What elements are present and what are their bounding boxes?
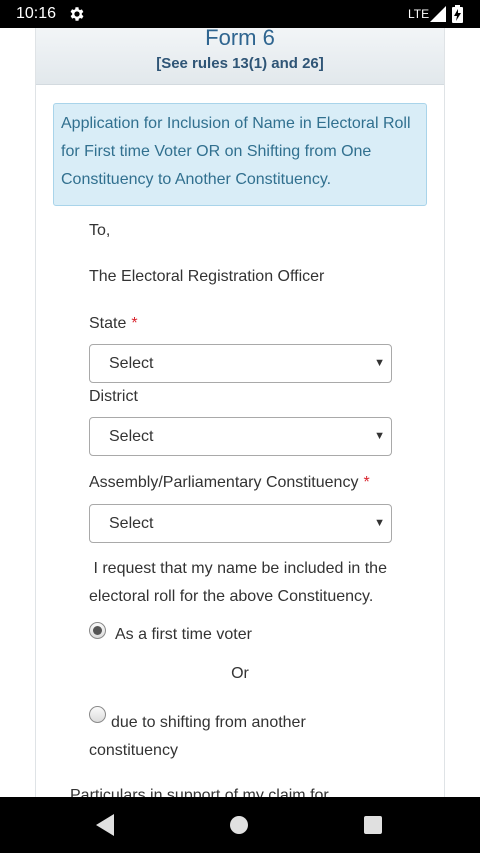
officer-label: The Electoral Registration Officer [89, 268, 325, 285]
required-marker: * [363, 474, 370, 491]
shifting-label[interactable]: due to shifting from another constituenc… [89, 709, 379, 765]
district-select-value: Select [109, 428, 154, 445]
signal-icon [430, 6, 446, 22]
district-select[interactable]: Select ▼ [89, 417, 392, 456]
request-text: I request that my name be included in th… [89, 560, 387, 605]
back-icon[interactable] [96, 814, 116, 836]
form-rules: [See rules 13(1) and 26] [156, 55, 324, 72]
dropdown-arrow-icon: ▼ [374, 357, 385, 369]
or-separator: Or [231, 665, 249, 682]
status-bar: 10:16 LTE [0, 0, 480, 28]
constituency-select[interactable]: Select ▼ [89, 504, 392, 543]
info-alert: Application for Inclusion of Name in Ele… [53, 103, 427, 206]
dropdown-arrow-icon: ▼ [374, 430, 385, 442]
form-title: Form 6 [205, 28, 275, 50]
to-label: To, [89, 222, 111, 239]
recents-icon[interactable] [364, 816, 382, 834]
status-time: 10:16 [16, 5, 57, 22]
district-label: District [89, 388, 138, 405]
request-statement: I request that my name be included in th… [89, 555, 399, 611]
home-icon[interactable] [230, 816, 248, 834]
form-header: Form 6 [See rules 13(1) and 26] [36, 28, 444, 85]
battery-icon [452, 5, 463, 23]
state-select[interactable]: Select ▼ [89, 344, 392, 383]
constituency-label: Assembly/Parliamentary Constituency * [89, 474, 370, 492]
state-label-text: State [89, 315, 127, 332]
state-label: State * [89, 315, 138, 333]
gear-icon [70, 7, 84, 21]
dropdown-arrow-icon: ▼ [374, 517, 385, 529]
first-time-voter-label[interactable]: As a first time voter [115, 626, 252, 644]
particulars-heading: Particulars in support of my claim for [70, 787, 329, 797]
constituency-select-value: Select [109, 515, 154, 532]
navigation-bar [0, 797, 480, 853]
state-select-value: Select [109, 355, 154, 372]
required-marker: * [131, 315, 138, 332]
first-time-voter-radio[interactable] [89, 622, 106, 639]
constituency-label-text: Assembly/Parliamentary Constituency [89, 474, 359, 491]
page-viewport[interactable]: Form 6 [See rules 13(1) and 26] Applicat… [0, 28, 480, 797]
network-type: LTE [408, 7, 430, 21]
